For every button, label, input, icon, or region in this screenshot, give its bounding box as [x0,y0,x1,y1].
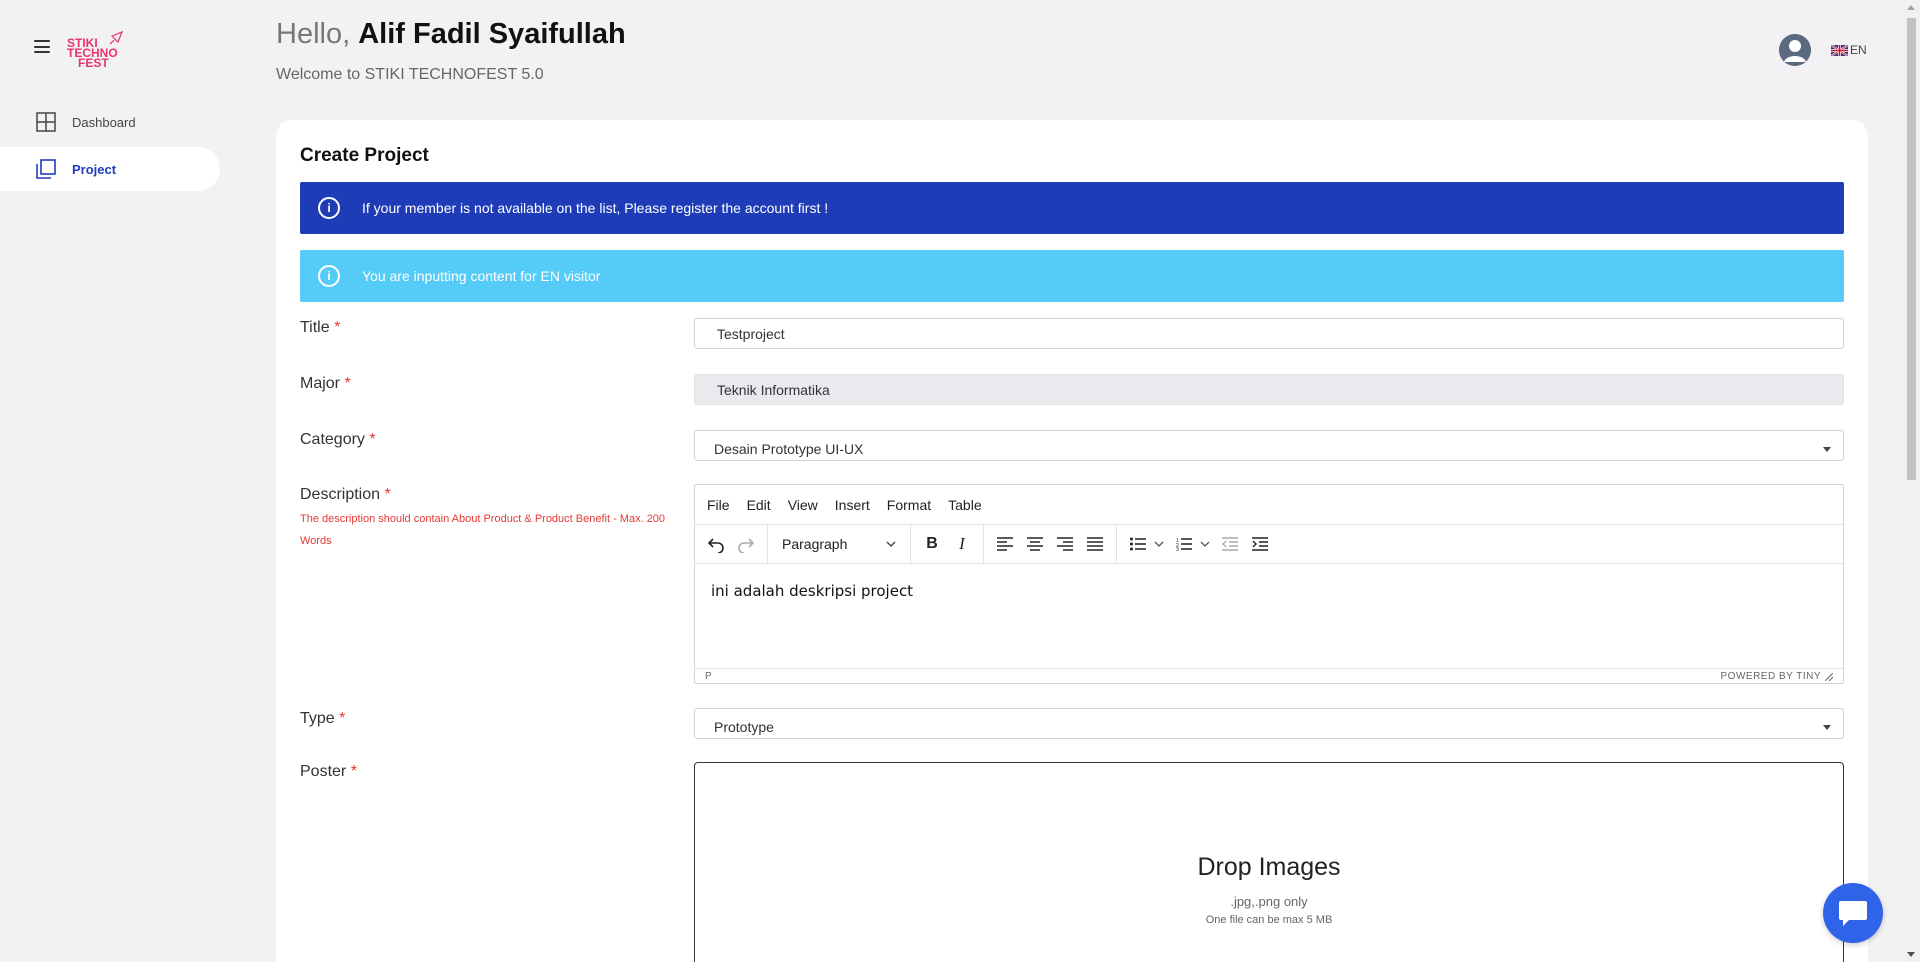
language-label: EN [1850,43,1867,57]
page-scrollbar[interactable] [1903,0,1920,962]
poster-dropzone[interactable]: Drop Images .jpg,.png only One file can … [694,762,1844,962]
editor-path: P [705,671,712,682]
chat-icon [1839,901,1867,926]
description-editor: File Edit View Insert Format Table Parag… [694,484,1844,684]
editor-toolbar: Paragraph B I 1 2 3 [695,525,1843,564]
block-format-value: Paragraph [782,536,848,552]
chevron-down-icon [1823,725,1831,730]
dropzone-formats: .jpg,.png only [1230,894,1308,909]
welcome-text: Welcome to STIKI TECHNOFEST 5.0 [276,66,544,83]
required-mark: * [350,763,357,780]
editor-menubar: File Edit View Insert Format Table [695,485,1843,525]
chat-button[interactable] [1823,883,1883,943]
category-select[interactable]: Desain Prototype UI-UX [694,430,1844,461]
major-input-value: Teknik Informatika [717,381,830,398]
chevron-down-icon[interactable] [1199,529,1211,559]
editor-menu-view[interactable]: View [788,497,818,513]
numbered-list-icon[interactable]: 123 [1169,529,1199,559]
page-title: Create Project [300,145,429,166]
editor-menu-table[interactable]: Table [948,497,981,513]
redo-icon[interactable] [731,529,761,559]
required-mark: * [334,319,341,336]
uk-flag-icon [1831,44,1848,56]
category-label-text: Category [300,431,365,448]
language-alert: i You are inputting content for EN visit… [300,250,1844,302]
align-center-icon[interactable] [1020,529,1050,559]
chevron-down-icon [886,541,896,547]
sidebar-item-project[interactable]: Project [0,147,220,191]
type-label: Type * [300,710,345,728]
description-hint: The description should contain About Pro… [300,513,666,547]
title-input-value: Testproject [717,325,785,342]
chevron-down-icon [1823,447,1831,452]
greeting-prefix: Hello, [276,18,351,50]
required-mark: * [339,710,346,727]
italic-icon[interactable]: I [947,529,977,559]
required-mark: * [369,431,376,448]
chevron-down-icon[interactable] [1153,529,1165,559]
major-label-text: Major [300,375,341,392]
powered-by-tiny[interactable]: POWERED BY TINY [1721,671,1821,682]
scroll-down-icon[interactable] [1907,952,1915,957]
stiki-technofest-logo[interactable]: STIKI TECHNO FEST [66,30,142,70]
info-icon: i [318,265,340,287]
svg-text:3: 3 [1176,547,1179,551]
poster-label: Poster * [300,763,357,781]
block-format-select[interactable]: Paragraph [774,529,904,559]
required-mark: * [384,486,391,503]
editor-menu-file[interactable]: File [707,497,730,513]
title-input[interactable]: Testproject [694,318,1844,349]
scroll-up-icon[interactable] [1907,5,1915,10]
grid-icon [36,112,56,132]
logo-text-fest: FEST [78,56,109,70]
sidebar-item-label: Project [72,161,117,177]
bold-icon[interactable]: B [917,529,947,559]
undo-icon[interactable] [701,529,731,559]
dropzone-title: Drop Images [1197,853,1341,881]
language-selector[interactable]: EN [1831,43,1867,57]
dropzone-limit: One file can be max 5 MB [1205,914,1333,926]
title-label-text: Title [300,319,330,336]
outdent-icon[interactable] [1215,529,1245,559]
title-label: Title * [300,319,340,337]
poster-label-text: Poster [300,763,347,780]
user-name: Alif Fadil Syaifullah [358,18,626,50]
align-left-icon[interactable] [990,529,1020,559]
sidebar-item-label: Dashboard [72,114,136,130]
major-label: Major * [300,375,351,393]
editor-menu-format[interactable]: Format [887,497,931,513]
greeting: Hello, Alif Fadil Syaifullah [276,18,626,51]
editor-content[interactable]: ini adalah deskripsi project [695,564,1843,668]
sidebar: STIKI TECHNO FEST Dashboard Project [0,0,225,962]
description-label: Description * [300,486,391,504]
type-select-value: Prototype [714,718,774,735]
copy-icon [36,159,56,179]
avatar[interactable] [1779,34,1811,66]
type-label-text: Type [300,710,335,727]
indent-icon[interactable] [1245,529,1275,559]
required-mark: * [344,375,351,392]
align-right-icon[interactable] [1050,529,1080,559]
editor-menu-edit[interactable]: Edit [747,497,771,513]
editor-statusbar: P POWERED BY TINY [695,668,1843,684]
member-alert-text: If your member is not available on the l… [362,200,829,216]
description-label-text: Description [300,486,381,503]
category-select-value: Desain Prototype UI-UX [714,440,864,457]
resize-handle-icon [1825,672,1833,681]
member-alert: i If your member is not available on the… [300,182,1844,234]
type-select[interactable]: Prototype [694,708,1844,739]
sidebar-item-dashboard[interactable]: Dashboard [0,100,220,144]
editor-menu-insert[interactable]: Insert [835,497,870,513]
align-justify-icon[interactable] [1080,529,1110,559]
bullet-list-icon[interactable] [1123,529,1153,559]
create-project-card: Create Project i If your member is not a… [276,120,1868,962]
category-label: Category * [300,431,376,449]
hamburger-menu-icon[interactable] [34,40,50,53]
language-alert-text: You are inputting content for EN visitor [362,268,601,284]
info-icon: i [318,197,340,219]
scrollbar-thumb[interactable] [1907,18,1916,480]
major-input: Teknik Informatika [694,374,1844,405]
